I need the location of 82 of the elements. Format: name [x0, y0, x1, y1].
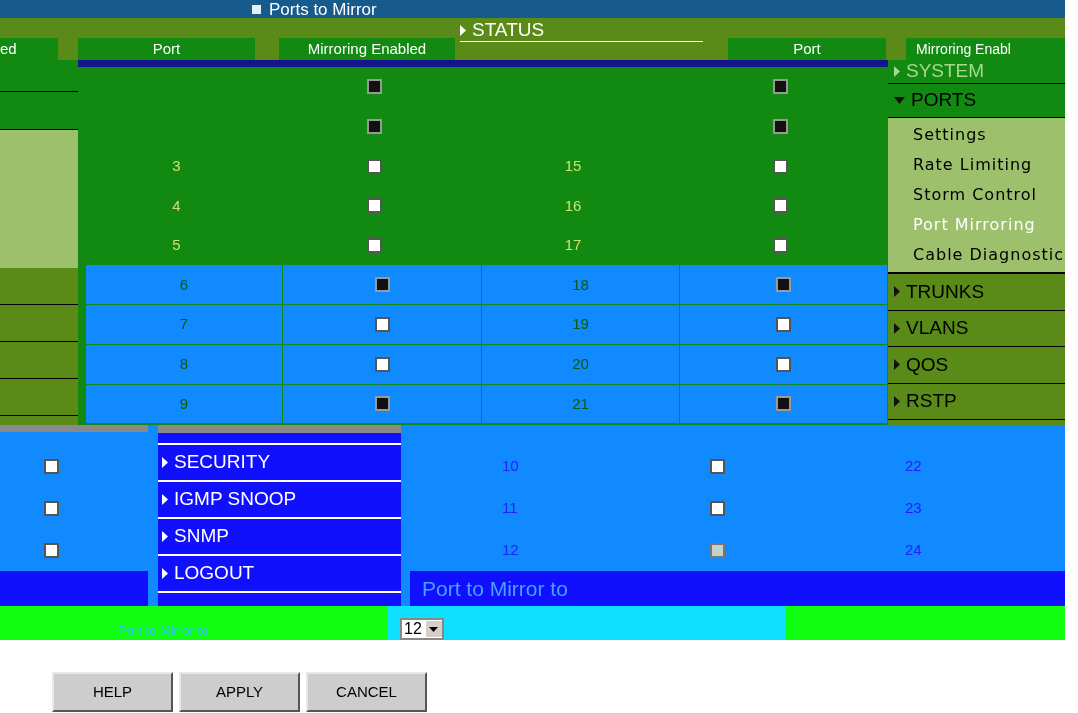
window-title: Ports to Mirror [269, 0, 377, 18]
checkbox[interactable] [374, 316, 390, 332]
column-header: Port [78, 38, 255, 60]
right-triangle-icon [894, 322, 900, 334]
port-number: 4 [172, 195, 181, 216]
port-number: 5 [172, 235, 181, 256]
port-number: 24 [905, 539, 922, 560]
checkbox[interactable] [367, 79, 382, 95]
port-number: 18 [572, 274, 589, 295]
submenu-item[interactable]: Cable Diagnostic [888, 240, 1065, 270]
nav-item[interactable]: RSTP [888, 383, 1065, 420]
checkbox[interactable] [44, 500, 59, 516]
checkbox[interactable] [374, 356, 390, 372]
field-label: Port to Mirror to [118, 622, 210, 640]
checkbox[interactable] [367, 119, 382, 135]
port-number: 7 [179, 314, 189, 335]
checkbox[interactable] [776, 396, 791, 412]
nav-item[interactable]: TRUNKS [888, 274, 1065, 311]
checkbox[interactable] [772, 158, 788, 174]
port-number: 15 [564, 155, 582, 176]
menu-item[interactable]: IGMP SNOOP [158, 482, 401, 519]
port-number: 21 [572, 393, 589, 414]
checkbox[interactable] [374, 277, 390, 293]
right-triangle-icon [894, 395, 900, 407]
port-number: 16 [564, 195, 582, 216]
column-header: Mirroring Enabl [906, 38, 1065, 60]
checkbox[interactable] [367, 198, 382, 214]
column-header: Port [728, 38, 886, 60]
action-button[interactable]: APPLY [179, 672, 300, 712]
action-button[interactable]: CANCEL [306, 672, 427, 712]
action-button[interactable]: HELP [52, 672, 173, 712]
checkbox[interactable] [772, 238, 788, 254]
port-number: 22 [905, 455, 922, 476]
checkbox[interactable] [710, 500, 725, 516]
right-triangle-icon [894, 286, 900, 298]
right-triangle-icon [162, 494, 168, 505]
checkbox[interactable] [772, 79, 788, 95]
submenu-item[interactable]: Settings [888, 120, 1065, 150]
checkbox[interactable] [776, 277, 791, 293]
port-number: 10 [502, 455, 520, 476]
checkbox[interactable] [367, 238, 382, 254]
square-icon [252, 4, 261, 14]
right-triangle-icon [162, 531, 168, 542]
section-heading: Port to Mirror to [410, 571, 1065, 606]
menu-item[interactable]: SNMP [158, 519, 401, 556]
port-number: 23 [905, 497, 922, 518]
port-number: 6 [179, 274, 189, 295]
port-number: 20 [572, 353, 589, 374]
checkbox[interactable] [776, 356, 791, 372]
column-header: Mirroring Enabled [279, 38, 455, 60]
checkbox[interactable] [374, 396, 390, 412]
nav-item[interactable]: PORTS [888, 84, 1065, 118]
port-number: 11 [502, 497, 519, 518]
port-number: 8 [179, 353, 189, 374]
nav-item[interactable]: VLANS [888, 310, 1065, 347]
nav-link[interactable]: STATUS [460, 19, 703, 42]
checkbox[interactable] [772, 198, 788, 214]
submenu-item[interactable]: Rate Limiting [888, 150, 1065, 180]
checkbox[interactable] [772, 119, 788, 135]
checkbox[interactable] [44, 542, 59, 558]
down-triangle-icon [894, 97, 905, 104]
right-triangle-icon [894, 66, 900, 77]
right-triangle-icon [162, 568, 168, 579]
port-number: 3 [172, 155, 181, 176]
checkbox[interactable] [367, 158, 382, 174]
caret-icon [425, 621, 442, 637]
port-number: 9 [179, 393, 189, 414]
port-number: 19 [572, 314, 589, 335]
checkbox[interactable] [710, 458, 725, 474]
menu-item[interactable]: SECURITY [158, 445, 401, 482]
right-triangle-icon [894, 359, 900, 371]
port-select[interactable]: 12 [400, 618, 444, 640]
port-number: 12 [502, 539, 520, 560]
checkbox[interactable] [44, 458, 59, 474]
menu-item[interactable]: LOGOUT [158, 556, 401, 593]
right-triangle-icon [162, 457, 168, 468]
column-header: ed [0, 38, 58, 60]
submenu-item[interactable]: Storm Control [888, 180, 1065, 210]
port-number: 17 [564, 235, 582, 256]
checkbox[interactable] [776, 316, 791, 332]
nav-item[interactable]: QOS [888, 347, 1065, 384]
right-triangle-icon [460, 24, 466, 36]
